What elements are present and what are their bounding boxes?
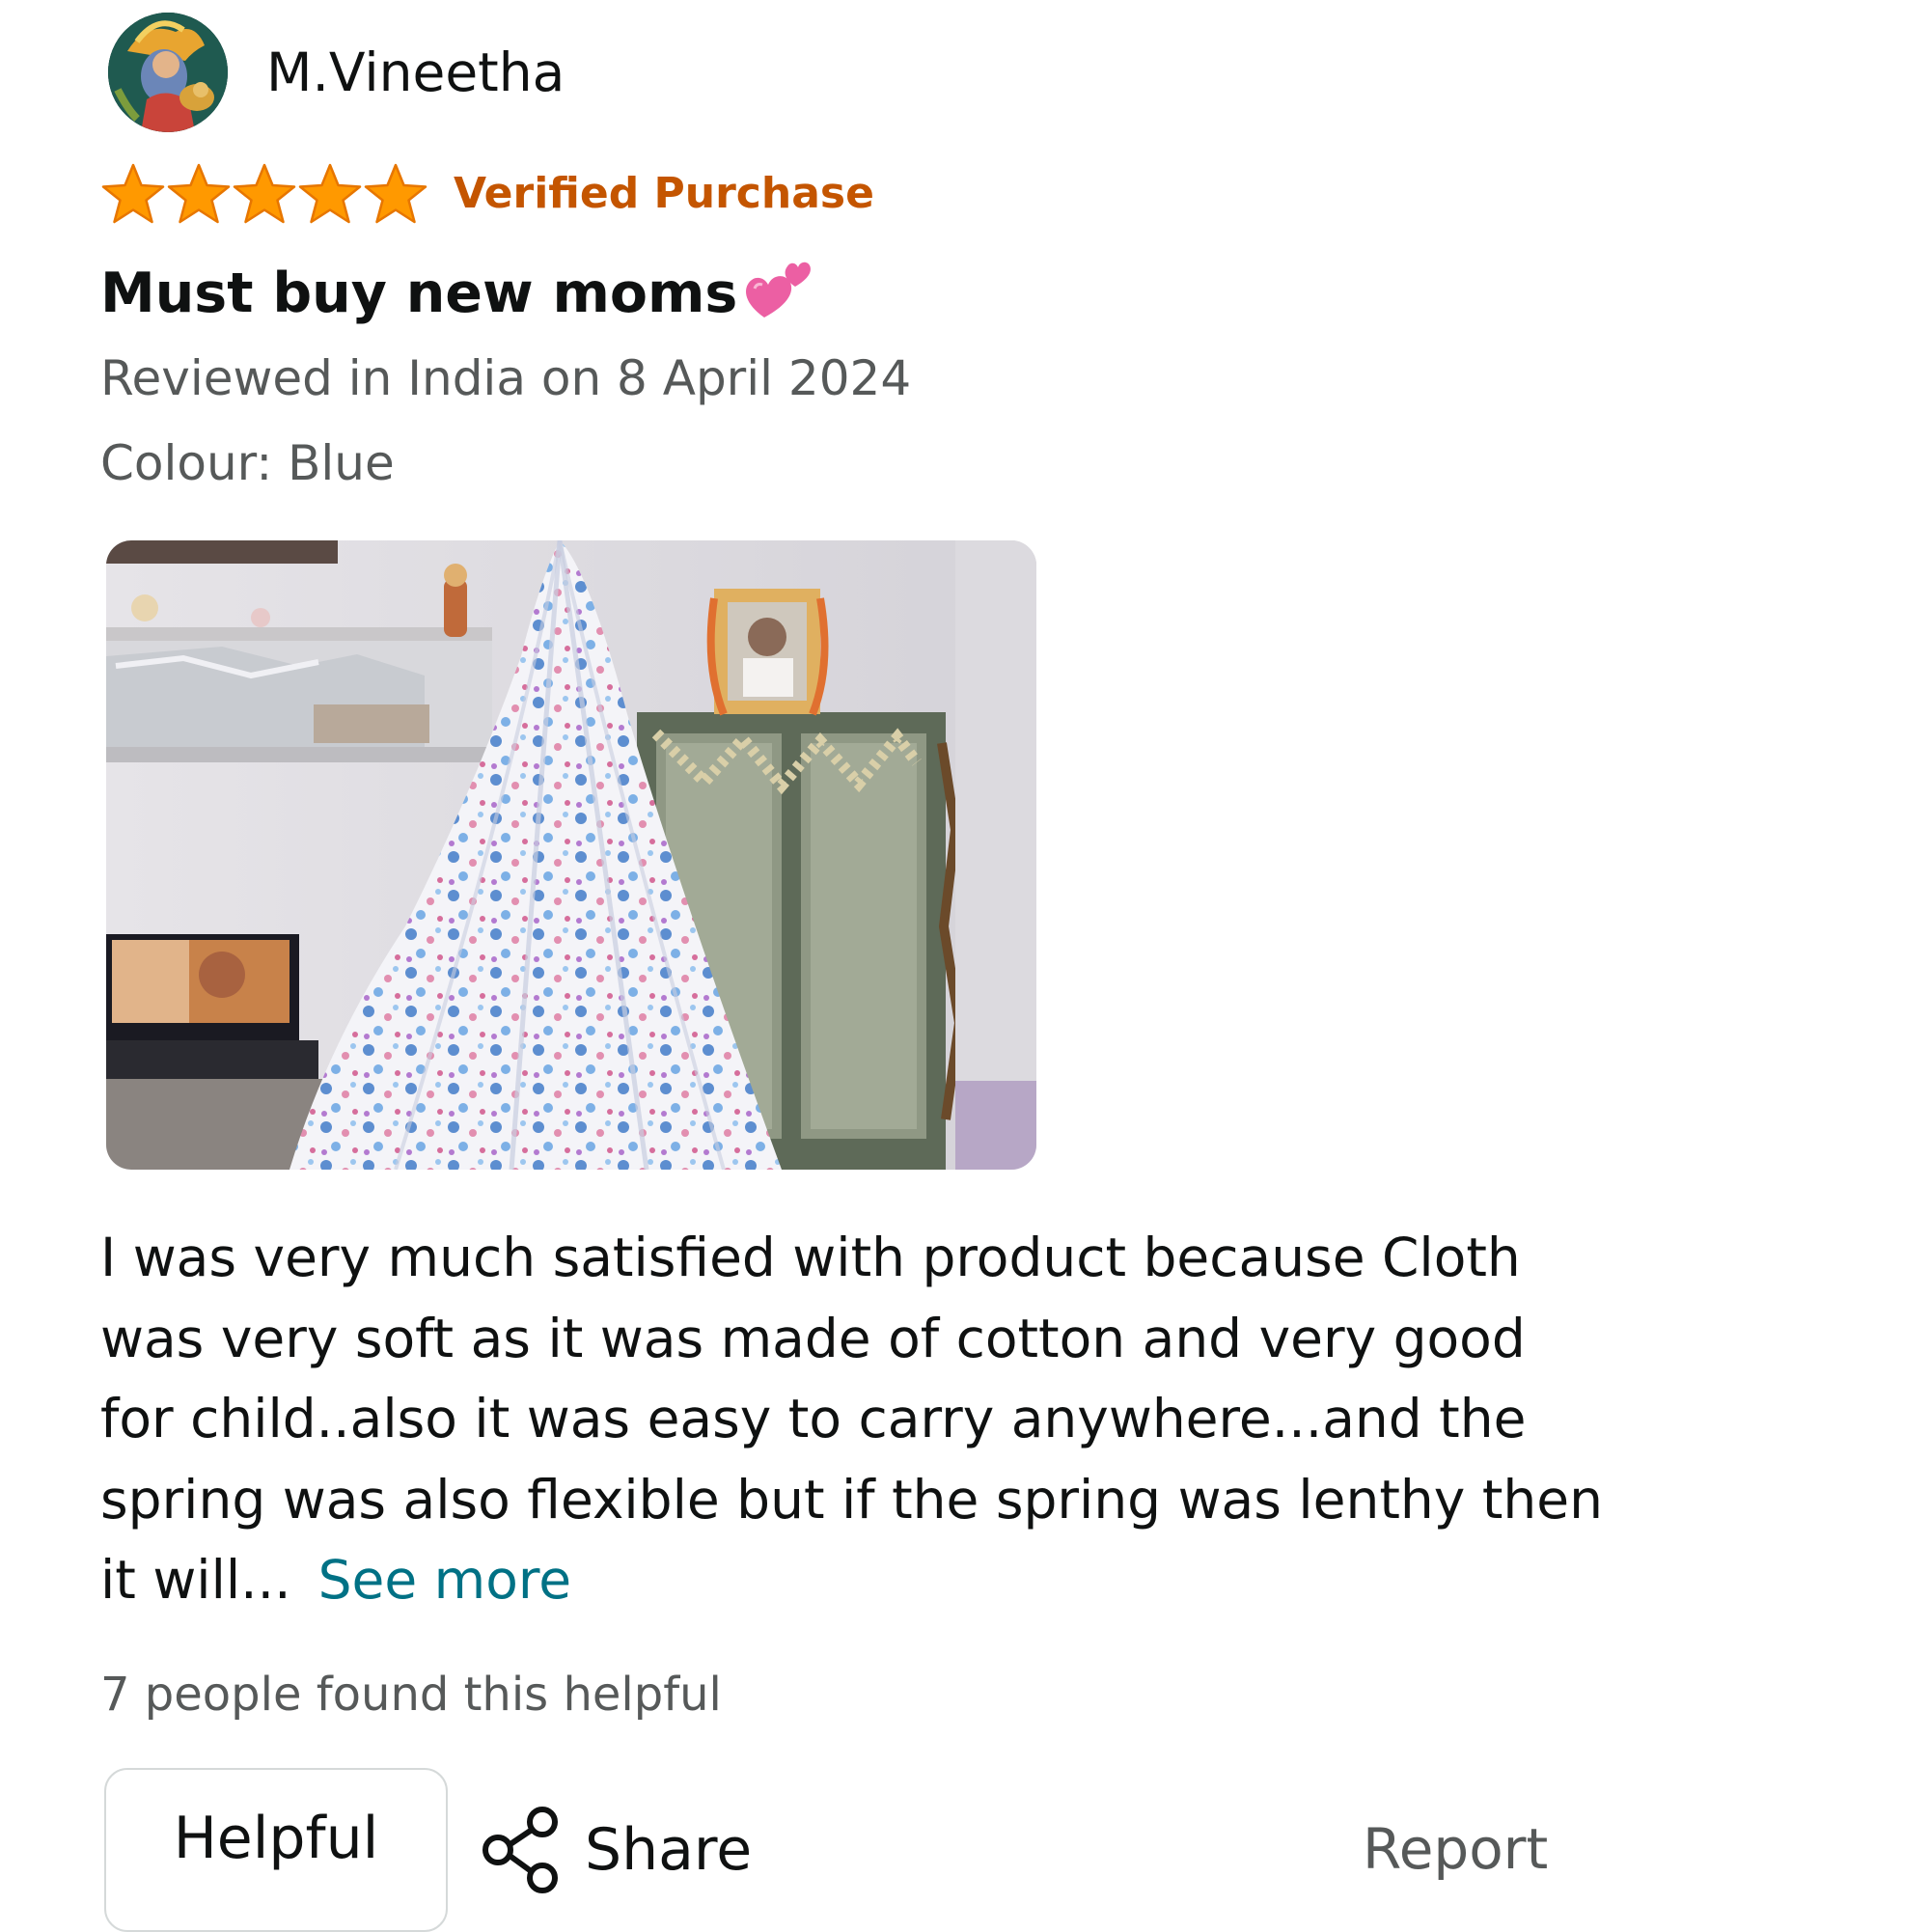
share-icon bbox=[482, 1807, 558, 1893]
see-more-link[interactable]: See more bbox=[318, 1549, 572, 1611]
star-icon bbox=[101, 163, 165, 224]
product-variant: Colour: Blue bbox=[100, 435, 395, 491]
star-icon bbox=[167, 163, 231, 224]
star-icon bbox=[364, 163, 427, 224]
review-title: Must buy new moms bbox=[100, 253, 816, 334]
share-label: Share bbox=[585, 1816, 753, 1884]
star-icon bbox=[298, 163, 362, 224]
rating-row: Verified Purchase bbox=[100, 162, 874, 226]
avatar-illustration-icon bbox=[108, 13, 228, 132]
reviewer-name[interactable]: M.Vineetha bbox=[266, 45, 565, 99]
share-button[interactable]: Share bbox=[479, 1797, 752, 1903]
reviewer-avatar[interactable] bbox=[108, 13, 228, 132]
review-body: I was very much satisfied with product b… bbox=[100, 1218, 1606, 1621]
review-date: Reviewed in India on 8 April 2024 bbox=[100, 350, 912, 406]
review-photo-cradle-icon bbox=[106, 540, 1036, 1170]
review-photo[interactable] bbox=[106, 540, 1036, 1170]
report-link[interactable]: Report bbox=[1363, 1814, 1548, 1884]
reviewer-profile[interactable]: M.Vineetha bbox=[108, 12, 565, 133]
helpful-button[interactable]: Helpful bbox=[104, 1768, 448, 1932]
star-icon bbox=[233, 163, 296, 224]
review-card: M.Vineetha Verified Purchase Must buy ne… bbox=[0, 0, 1930, 1932]
two-hearts-icon bbox=[746, 262, 812, 317]
star-rating[interactable] bbox=[100, 163, 428, 225]
verified-purchase-badge: Verified Purchase bbox=[454, 169, 874, 218]
helpful-count: 7 people found this helpful bbox=[100, 1668, 722, 1722]
review-title-text: Must buy new moms bbox=[100, 262, 738, 325]
